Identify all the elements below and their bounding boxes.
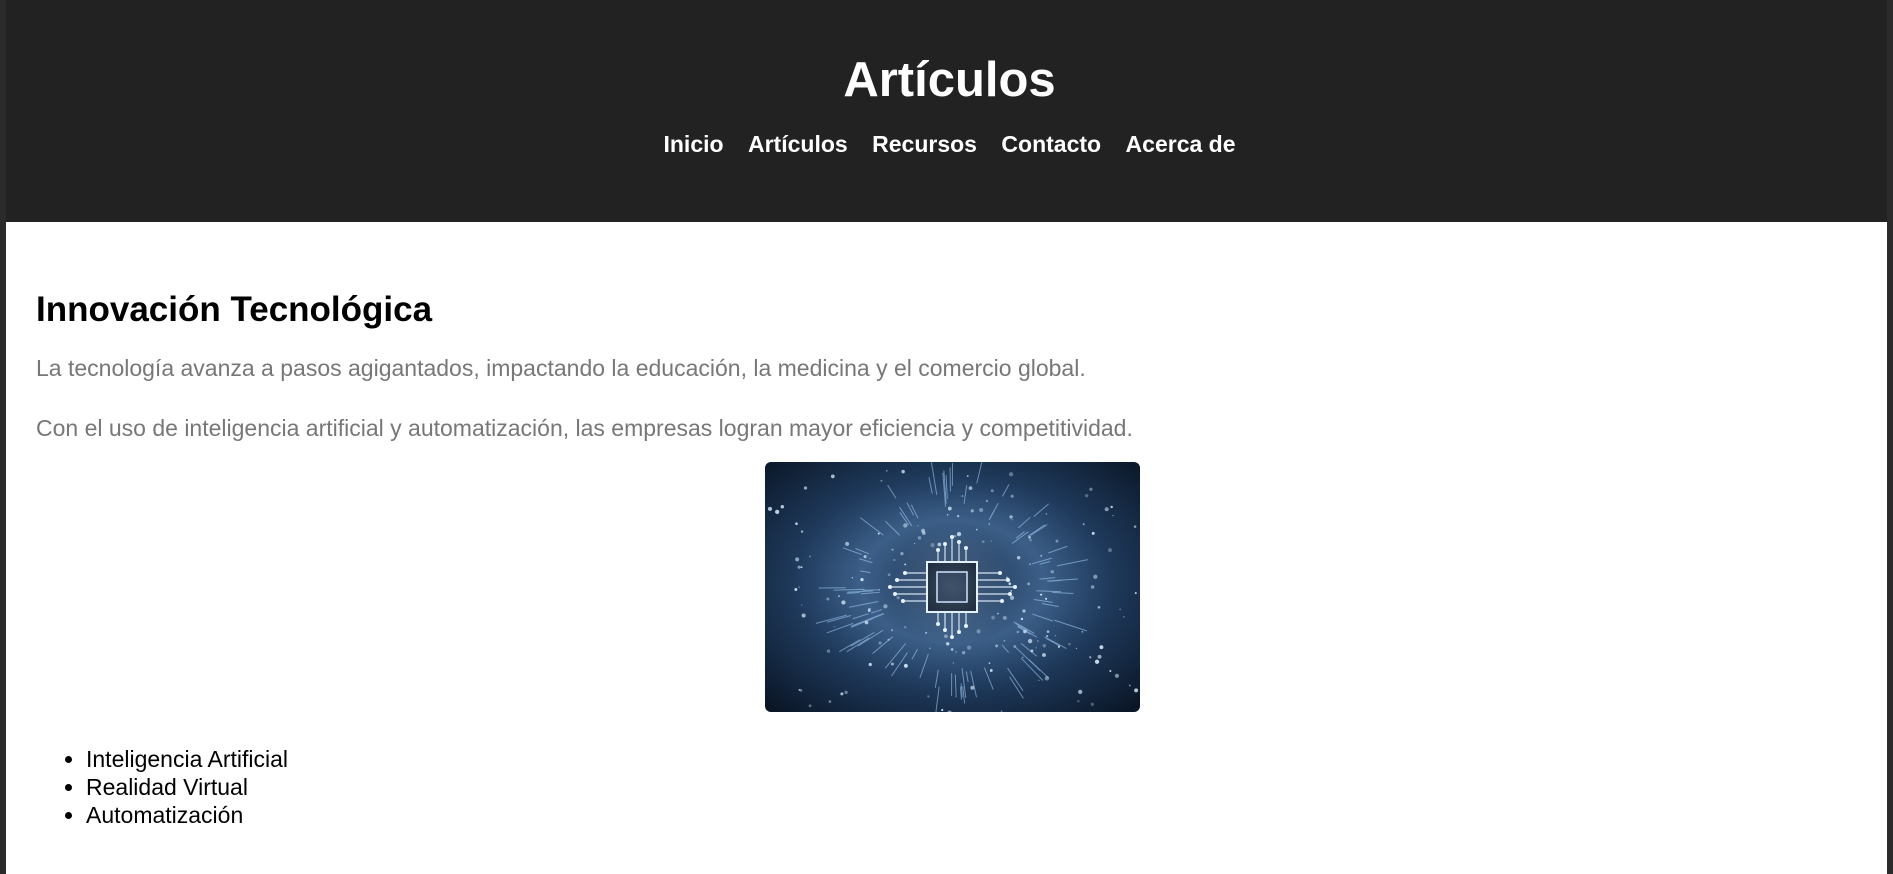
site-header: Artículos Inicio Artículos Recursos Cont… (6, 0, 1893, 222)
article-paragraph: La tecnología avanza a pasos agigantados… (36, 355, 1086, 381)
list-item: Automatización (86, 801, 1893, 829)
nav-link-acerca-de[interactable]: Acerca de (1126, 128, 1236, 160)
list-item: Realidad Virtual (86, 773, 1893, 801)
nav-link-contacto[interactable]: Contacto (1001, 128, 1101, 160)
article-heading: Innovación Tecnológica (36, 290, 433, 329)
page-title: Artículos (843, 53, 1056, 107)
article-content: Innovación Tecnológica La tecnología ava… (6, 222, 1893, 829)
nav-link-inicio[interactable]: Inicio (663, 128, 723, 160)
circuit-chip-image (765, 462, 1140, 712)
feature-list: Inteligencia Artificial Realidad Virtual… (36, 745, 1893, 829)
nav-link-articulos[interactable]: Artículos (748, 128, 848, 160)
window-edge (1887, 0, 1893, 874)
main-nav: Inicio Artículos Recursos Contacto Acerc… (6, 128, 1893, 160)
image-container (36, 462, 1869, 712)
page-viewport: Artículos Inicio Artículos Recursos Cont… (6, 0, 1893, 874)
article-paragraph: Con el uso de inteligencia artificial y … (36, 415, 1133, 441)
nav-link-recursos[interactable]: Recursos (872, 128, 977, 160)
list-item: Inteligencia Artificial (86, 745, 1893, 773)
